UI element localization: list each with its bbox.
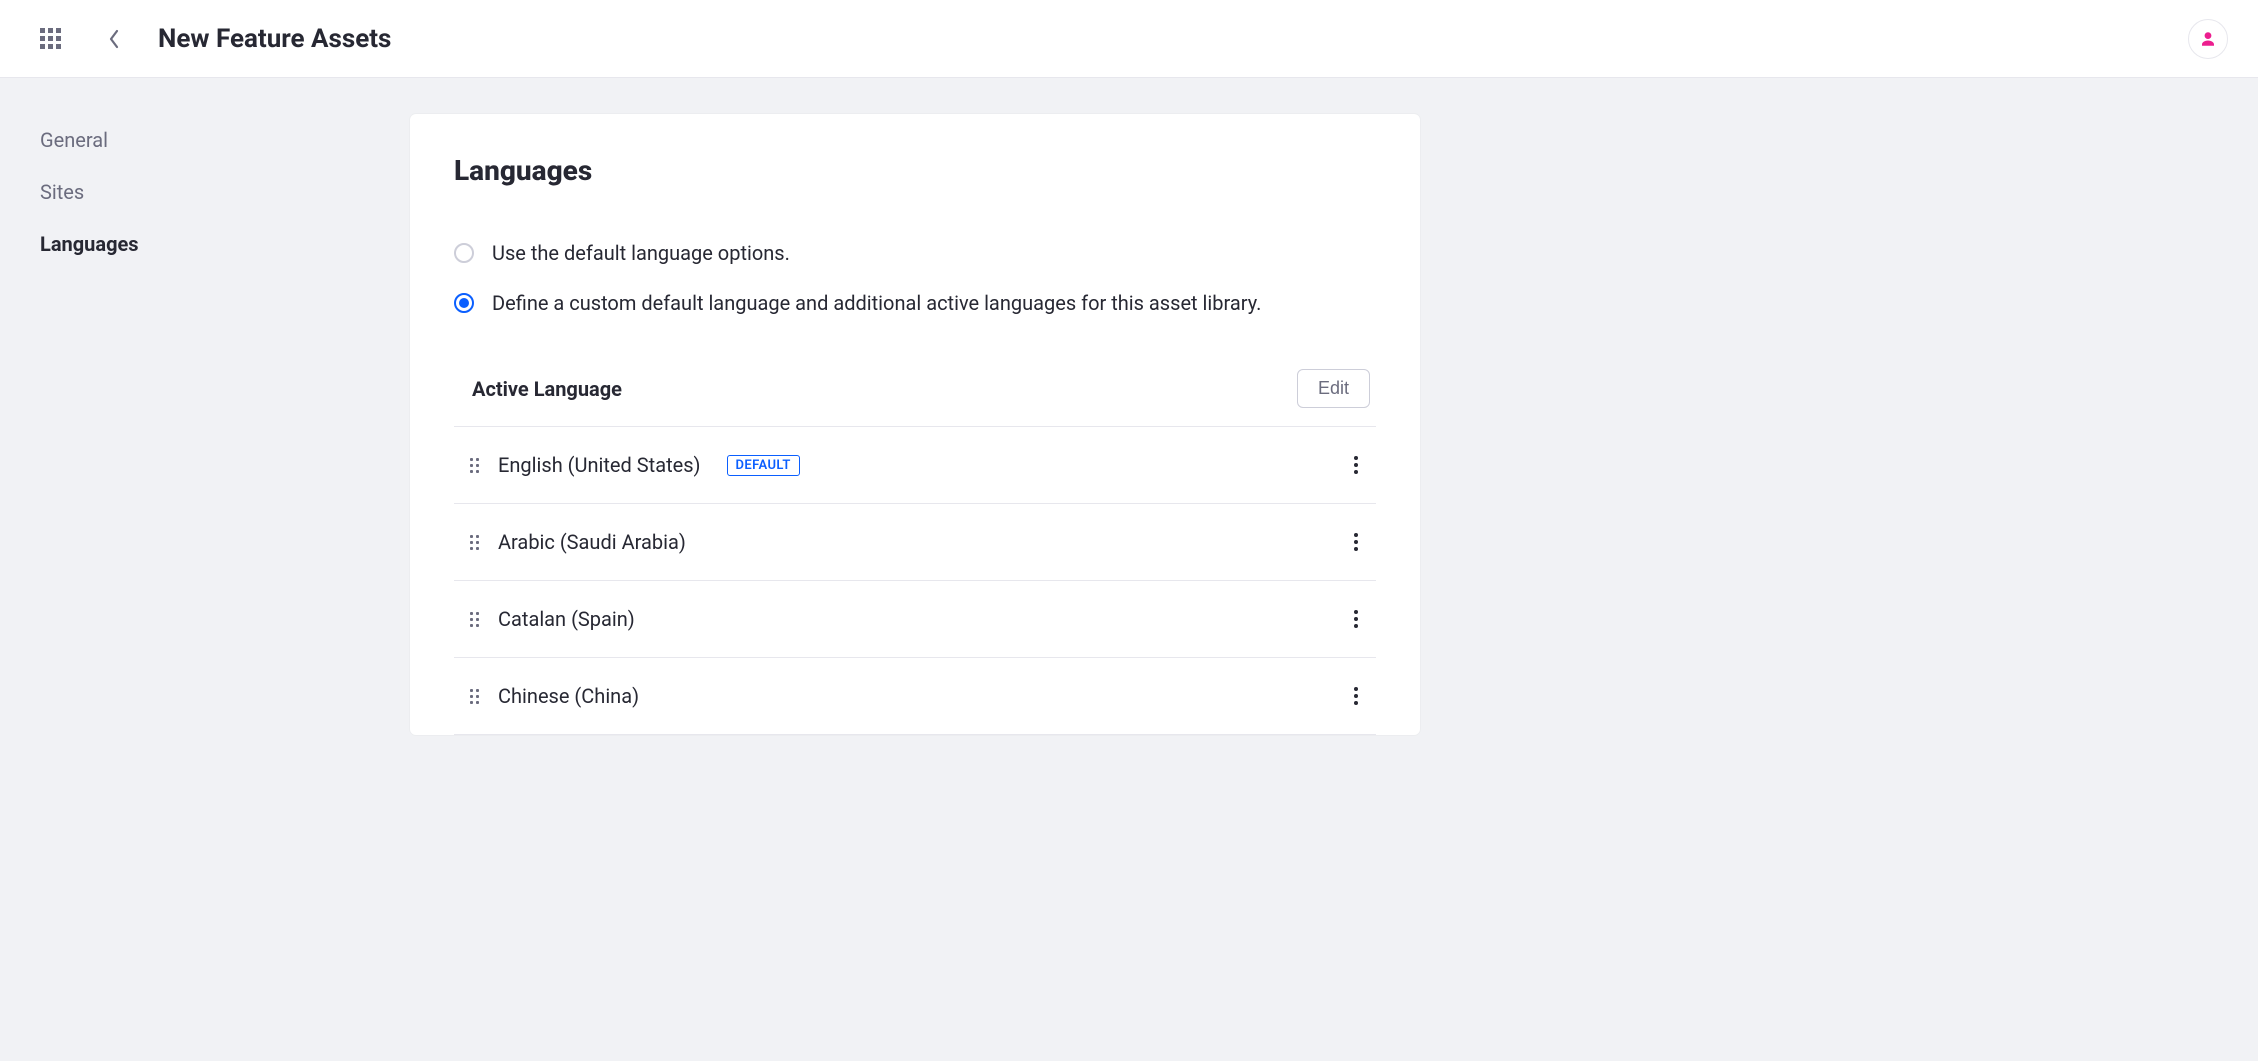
radio-icon xyxy=(454,293,474,313)
chevron-left-icon xyxy=(107,28,121,50)
edit-button[interactable]: Edit xyxy=(1297,369,1370,408)
sidebar-item-label: Languages xyxy=(40,232,139,256)
radio-option-default[interactable]: Use the default language options. xyxy=(454,241,1376,265)
language-name: Chinese (China) xyxy=(498,684,639,708)
radio-label: Use the default language options. xyxy=(492,241,790,265)
app-grid-icon xyxy=(40,28,61,49)
drag-handle-icon[interactable] xyxy=(466,455,482,475)
sidebar-item-sites[interactable]: Sites xyxy=(40,166,410,218)
sidebar-item-label: General xyxy=(40,128,108,152)
row-actions-button[interactable] xyxy=(1342,528,1370,556)
back-button[interactable] xyxy=(94,19,134,59)
language-row: English (United States) DEFAULT xyxy=(454,427,1376,504)
language-row: Arabic (Saudi Arabia) xyxy=(454,504,1376,581)
default-badge: DEFAULT xyxy=(727,455,800,476)
language-name: Arabic (Saudi Arabia) xyxy=(498,530,686,554)
body: General Sites Languages Languages Use th… xyxy=(0,78,2258,735)
card: Languages Use the default language optio… xyxy=(410,114,1420,735)
drag-handle-icon[interactable] xyxy=(466,686,482,706)
sidebar-item-label: Sites xyxy=(40,180,84,204)
card-heading: Languages xyxy=(454,154,1376,187)
language-name: Catalan (Spain) xyxy=(498,607,635,631)
language-name: English (United States) xyxy=(498,453,701,477)
sidebar: General Sites Languages xyxy=(0,114,410,735)
user-avatar-button[interactable] xyxy=(2188,19,2228,59)
drag-handle-icon[interactable] xyxy=(466,532,482,552)
row-actions-button[interactable] xyxy=(1342,451,1370,479)
drag-handle-icon[interactable] xyxy=(466,609,482,629)
page-title: New Feature Assets xyxy=(158,24,391,54)
active-language-header: Active Language Edit xyxy=(454,341,1376,427)
radio-option-custom[interactable]: Define a custom default language and add… xyxy=(454,291,1376,315)
radio-icon xyxy=(454,243,474,263)
topbar: New Feature Assets xyxy=(0,0,2258,78)
topbar-left: New Feature Assets xyxy=(30,19,391,59)
language-list: English (United States) DEFAULT Arabic (Sa… xyxy=(454,427,1376,735)
main: Languages Use the default language optio… xyxy=(410,114,1420,735)
language-row: Chinese (China) xyxy=(454,658,1376,735)
active-language-title: Active Language xyxy=(472,377,622,401)
language-row: Catalan (Spain) xyxy=(454,581,1376,658)
sidebar-item-general[interactable]: General xyxy=(40,114,410,166)
user-icon xyxy=(2199,30,2217,48)
app-menu-button[interactable] xyxy=(30,19,70,59)
sidebar-item-languages[interactable]: Languages xyxy=(40,218,410,270)
radio-label: Define a custom default language and add… xyxy=(492,291,1261,315)
row-actions-button[interactable] xyxy=(1342,605,1370,633)
row-actions-button[interactable] xyxy=(1342,682,1370,710)
